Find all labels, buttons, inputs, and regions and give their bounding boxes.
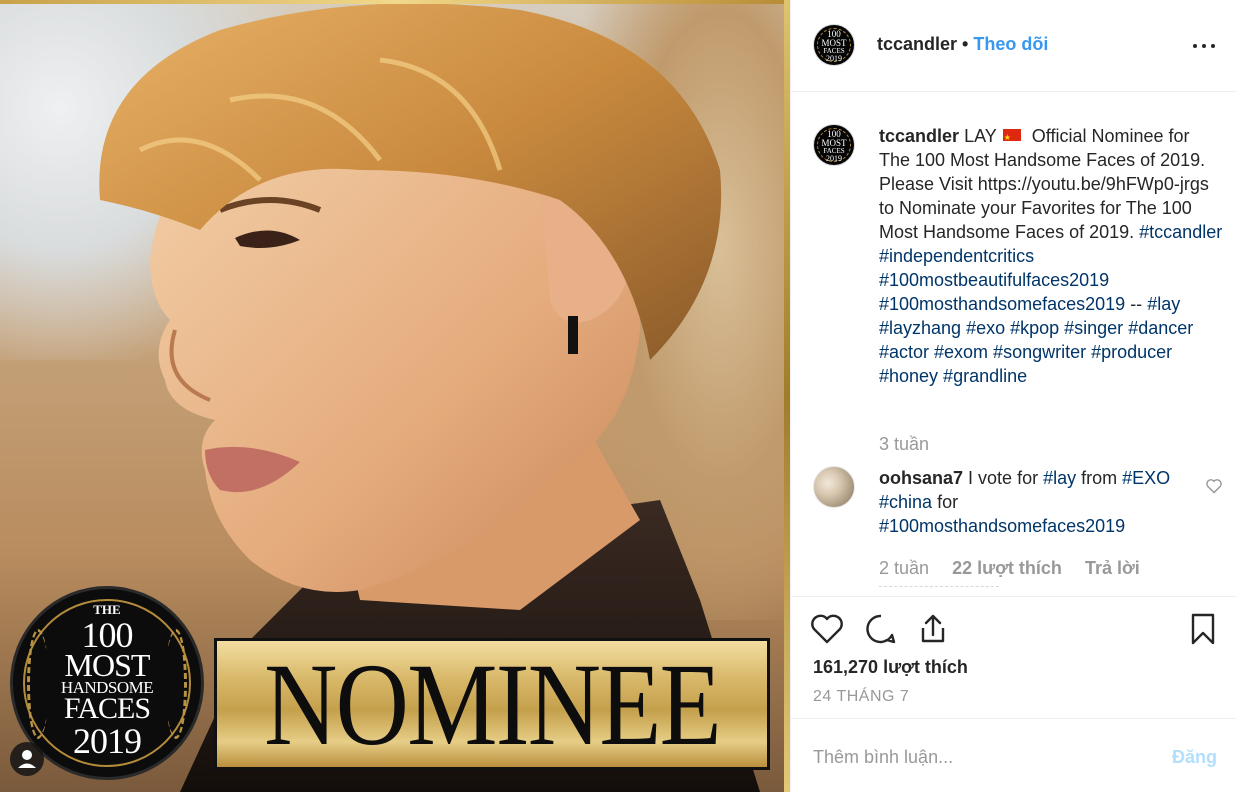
separator-dot: • [962, 34, 969, 54]
nominee-plate: NOMINEE [214, 638, 770, 770]
post-actions: 161,270 lượt thích 24 THÁNG 7 [791, 596, 1236, 716]
like-heart-icon[interactable] [809, 611, 845, 647]
caption-lay: LAY [964, 126, 997, 146]
caption-dashes: -- [1125, 294, 1143, 314]
comment-tag-exo[interactable]: #EXO [1122, 468, 1170, 488]
comment-likes[interactable]: 22 lượt thích [952, 558, 1062, 578]
bookmark-icon[interactable] [1185, 611, 1221, 647]
comment-item: oohsana7 I vote for #lay from #EXO #chin… [879, 468, 1171, 536]
comment-like-heart-icon[interactable] [1205, 478, 1223, 494]
comment-tag-china[interactable]: #china [879, 492, 932, 512]
partially-hidden-row [879, 586, 999, 592]
follow-button[interactable]: Theo dõi [973, 34, 1048, 54]
post-date[interactable]: 24 THÁNG 7 [813, 688, 909, 706]
nominee-text: NOMINEE [264, 639, 722, 770]
seal-faces: FACES [63, 692, 151, 725]
comment-tag-100mosthandsome[interactable]: #100mosthandsomefaces2019 [879, 516, 1125, 536]
commenter-username[interactable]: oohsana7 [879, 468, 963, 488]
caption-author-avatar[interactable]: 100 MOST FACES 2019 [813, 124, 855, 166]
commenter-avatar[interactable] [813, 466, 855, 508]
add-comment-bar: Thêm bình luận... Đăng [791, 718, 1236, 792]
more-options-icon[interactable] [1193, 36, 1215, 56]
caption-hashtags-2[interactable]: #100mostbeautifulfaces2019 [879, 270, 1109, 290]
comment-reply-button[interactable]: Trả lời [1085, 558, 1140, 578]
seal-most: MOST [64, 647, 151, 683]
comment-tag-lay[interactable]: #lay [1043, 468, 1076, 488]
share-icon[interactable] [915, 611, 951, 647]
post-header: 100 MOST FACES 2019 tccandler • Theo dõi [791, 0, 1236, 92]
china-flag-icon [1002, 126, 1021, 150]
caption-timestamp[interactable]: 3 tuần [879, 434, 929, 455]
post-image[interactable]: THE 100 MOST HANDSOME FACES 2019 NOMINEE [0, 0, 790, 792]
add-comment-input[interactable]: Thêm bình luận... [813, 747, 953, 768]
comment-meta: 2 tuần 22 lượt thích Trả lời [879, 558, 1158, 579]
instagram-post: THE 100 MOST HANDSOME FACES 2019 NOMINEE… [0, 0, 1236, 792]
caption-hashtags-3[interactable]: #100mosthandsomefaces2019 [879, 294, 1125, 314]
comment-timestamp[interactable]: 2 tuần [879, 558, 929, 578]
likes-count[interactable]: 161,270 lượt thích [813, 657, 968, 678]
comments-list[interactable]: 100 MOST FACES 2019 tccandler LAY Offici… [791, 92, 1236, 592]
image-frame-top [0, 0, 790, 4]
author-username[interactable]: tccandler [877, 34, 957, 54]
tagged-user-icon[interactable] [10, 742, 44, 776]
comment-bubble-icon[interactable] [863, 611, 899, 647]
post-side-panel: 100 MOST FACES 2019 tccandler • Theo dõi 1… [790, 0, 1236, 792]
caption-username[interactable]: tccandler [879, 126, 959, 146]
post-comment-button[interactable]: Đăng [1172, 747, 1217, 768]
author-avatar[interactable]: 100 MOST FACES 2019 [813, 24, 855, 66]
header-user-line: tccandler • Theo dõi [877, 34, 1048, 55]
post-caption: tccandler LAY Official Nominee for The 1… [879, 124, 1223, 388]
